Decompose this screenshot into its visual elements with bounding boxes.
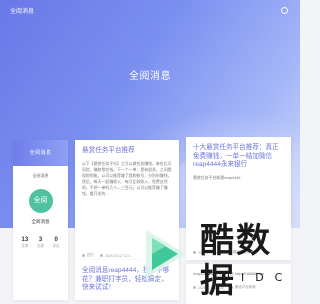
stat-label: 文章: [21, 244, 29, 248]
user-icon[interactable]: [281, 7, 288, 14]
post-tag-text: 赚钱平台推荐: [234, 285, 256, 289]
post-author[interactable]: 四方: [82, 253, 94, 258]
post-tag[interactable]: 赚钱平台推荐: [227, 250, 254, 255]
user-icon: [82, 254, 85, 257]
sidebar-profile-card: 全阅消息 全阅消息 全阅 全阅消息 13 文章 3 分类 0 评论: [13, 140, 68, 300]
post-excerpt: 以下【悬赏任务平台】之可以做任务赚钱，每份比可风险、赚取零花钱。下一个一单、是有…: [82, 160, 172, 196]
post-card[interactable]: 悬赏任务平台推荐 以下【悬赏任务平台】之可以做任务赚钱，每份比可风险、赚取零花钱…: [75, 140, 179, 263]
clock-icon: [100, 254, 103, 257]
folder-icon: [229, 286, 233, 289]
post-title-link[interactable]: 十大悬赏任务平台推荐：真正免费赚钱，一单一结加微信reap4444永来银行: [193, 144, 284, 170]
post-date: 2025-02-17 12:1: [100, 254, 131, 258]
sidebar-card-title: 全阅消息: [13, 140, 68, 166]
post-card[interactable]: 全阅消息reap4444，找平不够花？兼职打字员，轻松搞定，快来试试！: [75, 260, 179, 300]
stat-categories[interactable]: 3 分类: [37, 237, 44, 249]
post-card[interactable]: 十大悬赏任务平台推荐：真正免费赚钱，一单一结加微信reap4444永来银行 悬赏…: [186, 137, 291, 260]
stat-comments[interactable]: 0 评论: [53, 237, 60, 249]
post-meta: 2025-7-5 19:17 赚钱平台推荐: [193, 250, 284, 255]
clock-icon: [193, 251, 196, 254]
stat-articles[interactable]: 13 文章: [21, 237, 28, 249]
post-meta: 四方 2025-02-17 12:1: [82, 253, 172, 258]
post-meta: 2025-5-18 21:30 赚钱平台推荐: [193, 285, 284, 290]
post-date-text: 2025-02-17 12:1: [105, 253, 131, 258]
avatar[interactable]: 全阅: [28, 189, 53, 213]
post-title-link[interactable]: 全阅消息reap4444，找平不够花？兼职打字员，轻松搞定，快来试试！: [82, 267, 172, 293]
post-card[interactable]: reap4444 帮您任务平台 http://f.66688.top 2025-…: [186, 264, 291, 304]
post-date: 2025-7-5 19:17: [193, 251, 222, 255]
stat-number: 13: [21, 237, 29, 243]
clock-icon: [193, 286, 196, 289]
post-author-name: 四方: [87, 253, 94, 257]
sidebar-site-name: 全阅消息: [31, 219, 50, 224]
post-excerpt: reap4444 帮您任务平台 http://f.66688.top: [193, 271, 265, 276]
sidebar-stats: 13 文章 3 分类 0 评论: [13, 237, 68, 249]
stat-label: 分类: [36, 244, 44, 248]
post-title-link[interactable]: 悬赏任务平台推荐: [82, 147, 172, 156]
post-date-text: 2025-5-18 21:30: [198, 285, 224, 290]
folder-icon: [227, 251, 231, 254]
post-tag[interactable]: 赚钱平台推荐: [229, 285, 256, 290]
sidebar-about-label: 全阅消息: [32, 173, 49, 178]
stat-number: 0: [54, 237, 58, 243]
post-date: 2025-5-18 21:30: [193, 286, 224, 290]
stat-label: 评论: [52, 244, 60, 248]
site-brand-link[interactable]: 全阅消息: [10, 6, 34, 15]
stat-number: 3: [38, 237, 43, 243]
post-excerpt: 悬赏任务平台助理reap4444: [193, 174, 241, 180]
post-date-text: 2025-7-5 19:17: [198, 250, 222, 255]
post-tag-text: 赚钱平台推荐: [232, 250, 254, 254]
hero-title: 全阅消息: [129, 71, 171, 82]
